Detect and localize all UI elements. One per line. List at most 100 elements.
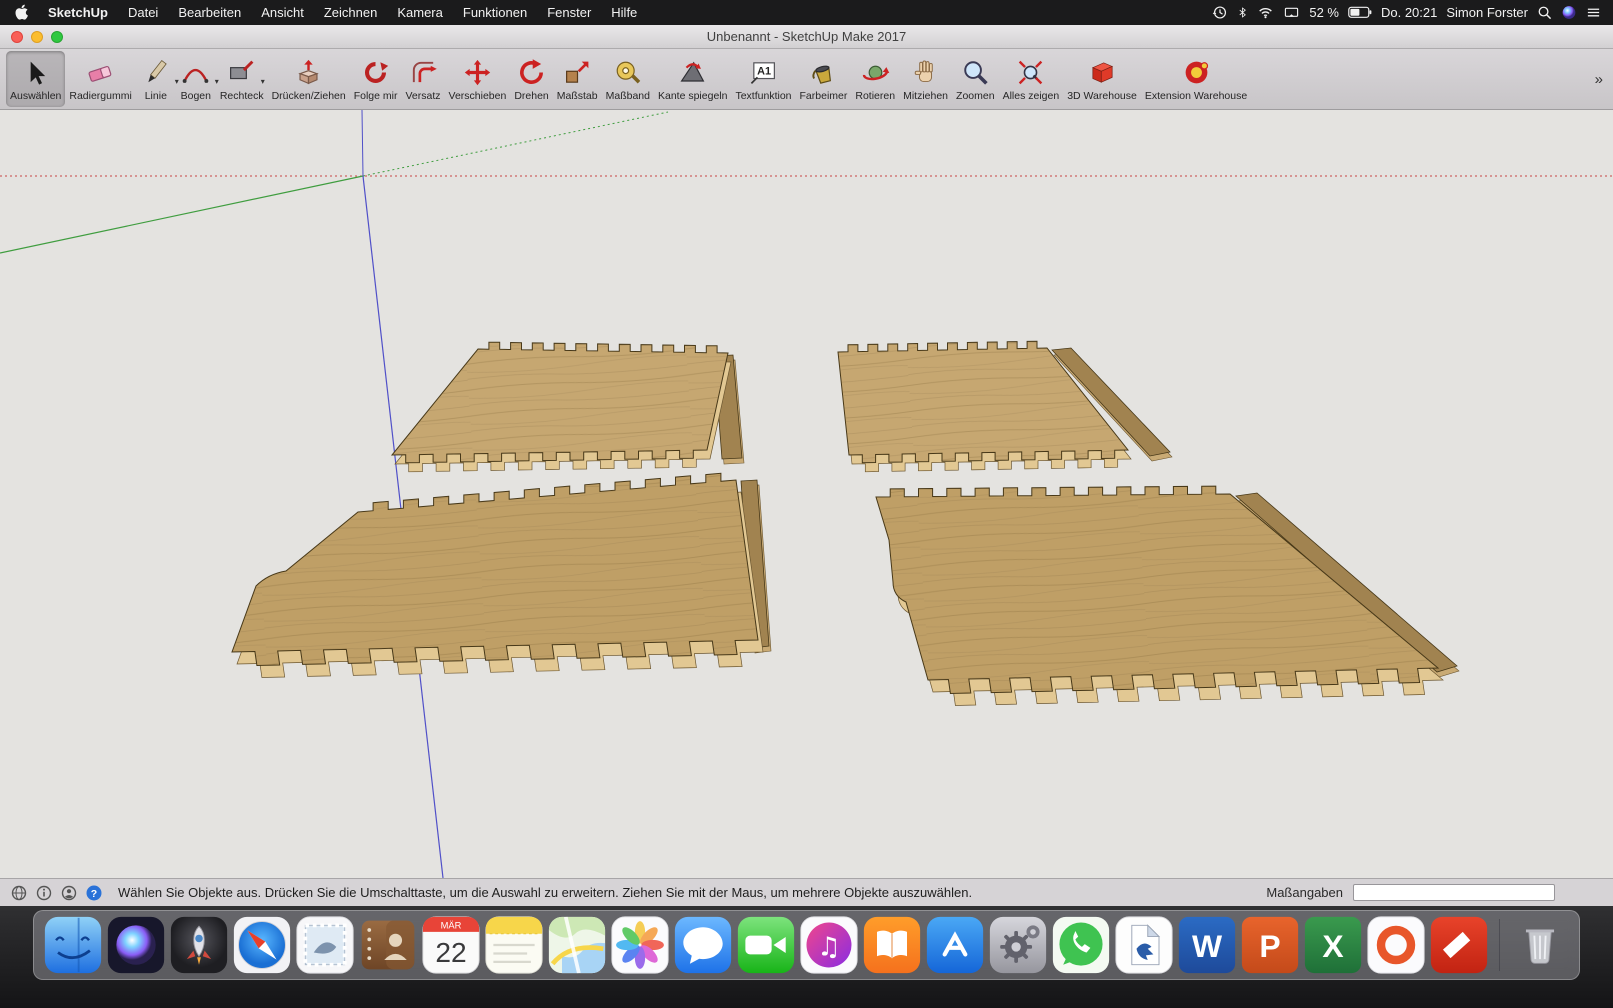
bluetooth-icon[interactable] (1237, 5, 1248, 20)
dropdown-caret-icon[interactable]: ▾ (175, 77, 179, 86)
help-icon[interactable]: ? (85, 884, 103, 902)
menu-fenster[interactable]: Fenster (537, 0, 601, 25)
move-tool-button[interactable]: Verschieben (445, 51, 511, 107)
dock-settings-icon[interactable] (988, 915, 1048, 975)
scale-icon (561, 57, 593, 89)
followme-tool-button[interactable]: Folge mir (350, 51, 402, 107)
battery-percent[interactable]: 52 % (1309, 5, 1339, 20)
dock-libreoffice-icon[interactable] (1114, 915, 1174, 975)
zoom-extents-tool-button[interactable]: Alles zeigen (999, 51, 1064, 107)
minimize-window-button[interactable] (31, 31, 43, 43)
pan-icon (910, 57, 942, 89)
user-icon[interactable] (60, 884, 78, 902)
flip-edge-tool-button[interactable]: Kante spiegeln (654, 51, 731, 107)
dock-notes-icon[interactable] (484, 915, 544, 975)
tool-label: Zoomen (956, 90, 995, 102)
dock-appstore-icon[interactable] (925, 915, 985, 975)
tape-measure-tool-button[interactable]: Maßband (602, 51, 654, 107)
dock-contacts-icon[interactable] (358, 915, 418, 975)
zoom-window-button[interactable] (51, 31, 63, 43)
desktop-bottom: MÄR22 ♫ WPX (0, 906, 1613, 1008)
dock-powerpoint-icon[interactable]: P (1240, 915, 1300, 975)
search-icon[interactable] (1537, 5, 1552, 20)
text-icon: A1 (747, 57, 779, 89)
svg-text:MÄR: MÄR (441, 921, 462, 931)
arc-tool-button[interactable]: ▾Bogen (176, 51, 216, 107)
rotate-tool-button[interactable]: Drehen (510, 51, 552, 107)
tape-measure-icon (612, 57, 644, 89)
toolbar-overflow-chevron[interactable]: » (1591, 71, 1607, 88)
eraser-tool-button[interactable]: Radiergummi (65, 51, 135, 107)
dock-opera-icon[interactable] (1366, 915, 1426, 975)
svg-text:A1: A1 (757, 65, 771, 77)
dock-excel-icon[interactable]: X (1303, 915, 1363, 975)
menu-list-icon[interactable] (1586, 5, 1601, 20)
scale-tool-button[interactable]: Maßstab (553, 51, 602, 107)
dock-safari-icon[interactable] (232, 915, 292, 975)
tool-label: Kante spiegeln (658, 90, 727, 102)
menu-zeichnen[interactable]: Zeichnen (314, 0, 387, 25)
menu-sketchup[interactable]: SketchUp (38, 0, 118, 25)
rectangle-tool-button[interactable]: ▾Rechteck (216, 51, 268, 107)
dock-sketchup-icon[interactable] (1429, 915, 1489, 975)
dock-launchpad-icon[interactable] (169, 915, 229, 975)
menu-username[interactable]: Simon Forster (1446, 5, 1528, 20)
tool-label: Extension Warehouse (1145, 90, 1247, 102)
svg-text:X: X (1322, 928, 1343, 964)
dock-separator (1499, 919, 1500, 971)
wifi-icon[interactable] (1257, 5, 1274, 20)
window-title-bar[interactable]: Unbenannt - SketchUp Make 2017 (0, 25, 1613, 49)
zoom-icon (959, 57, 991, 89)
pushpull-tool-button[interactable]: Drücken/Ziehen (268, 51, 350, 107)
dock-facetime-icon[interactable] (736, 915, 796, 975)
viewport-canvas[interactable] (0, 110, 1613, 878)
dock-music-icon[interactable]: ♫ (799, 915, 859, 975)
menu-ansicht[interactable]: Ansicht (251, 0, 314, 25)
history-icon[interactable] (1212, 5, 1228, 20)
dock-word-icon[interactable]: W (1177, 915, 1237, 975)
dropdown-caret-icon[interactable]: ▾ (215, 77, 219, 86)
dock-mail-icon[interactable] (295, 915, 355, 975)
offset-tool-button[interactable]: Versatz (401, 51, 444, 107)
menu-kamera[interactable]: Kamera (387, 0, 453, 25)
battery-icon[interactable] (1348, 5, 1372, 20)
dock-books-icon[interactable] (862, 915, 922, 975)
orbit-tool-button[interactable]: Rotieren (851, 51, 899, 107)
svg-text:?: ? (91, 887, 97, 899)
pencil-tool-button[interactable]: ▾Linie (136, 51, 176, 107)
dock-messages-icon[interactable] (673, 915, 733, 975)
toolbar: Auswählen Radiergummi▾Linie▾Bogen▾Rechtec… (0, 49, 1613, 110)
text-tool-button[interactable]: A1Textfunktion (731, 51, 795, 107)
extension-warehouse-icon (1180, 57, 1212, 89)
warehouse-3d-tool-button[interactable]: 3D Warehouse (1063, 51, 1141, 107)
model-viewport[interactable] (0, 110, 1613, 878)
dock-trash-icon[interactable] (1510, 915, 1570, 975)
menu-datei[interactable]: Datei (118, 0, 168, 25)
paint-bucket-tool-button[interactable]: Farbeimer (796, 51, 852, 107)
info-icon[interactable] (35, 884, 53, 902)
menu-hilfe[interactable]: Hilfe (601, 0, 647, 25)
extension-warehouse-tool-button[interactable]: Extension Warehouse (1141, 51, 1251, 107)
dock-maps-icon[interactable] (547, 915, 607, 975)
geolocation-icon[interactable] (10, 884, 28, 902)
dock-siri-icon[interactable] (106, 915, 166, 975)
flip-edge-icon (677, 57, 709, 89)
dropdown-caret-icon[interactable]: ▾ (261, 77, 265, 86)
dock-calendar-icon[interactable]: MÄR22 (421, 915, 481, 975)
menu-bearbeiten[interactable]: Bearbeiten (168, 0, 251, 25)
apple-menu-icon[interactable] (12, 4, 38, 21)
dock-finder-icon[interactable] (43, 915, 103, 975)
menu-funktionen[interactable]: Funktionen (453, 0, 537, 25)
pan-tool-button[interactable]: Mitziehen (899, 51, 952, 107)
dock-whatsapp-icon[interactable] (1051, 915, 1111, 975)
zoom-tool-button[interactable]: Zoomen (952, 51, 999, 107)
dock-photos-icon[interactable] (610, 915, 670, 975)
select-tool-button[interactable]: Auswählen (6, 51, 65, 107)
tool-label: Auswählen (10, 90, 61, 102)
green-axis-dashed (363, 112, 668, 176)
close-window-button[interactable] (11, 31, 23, 43)
display-icon[interactable] (1283, 5, 1300, 20)
siri-icon[interactable] (1561, 5, 1577, 20)
measurements-input[interactable] (1353, 884, 1555, 901)
menu-datetime[interactable]: Do. 20:21 (1381, 5, 1437, 20)
